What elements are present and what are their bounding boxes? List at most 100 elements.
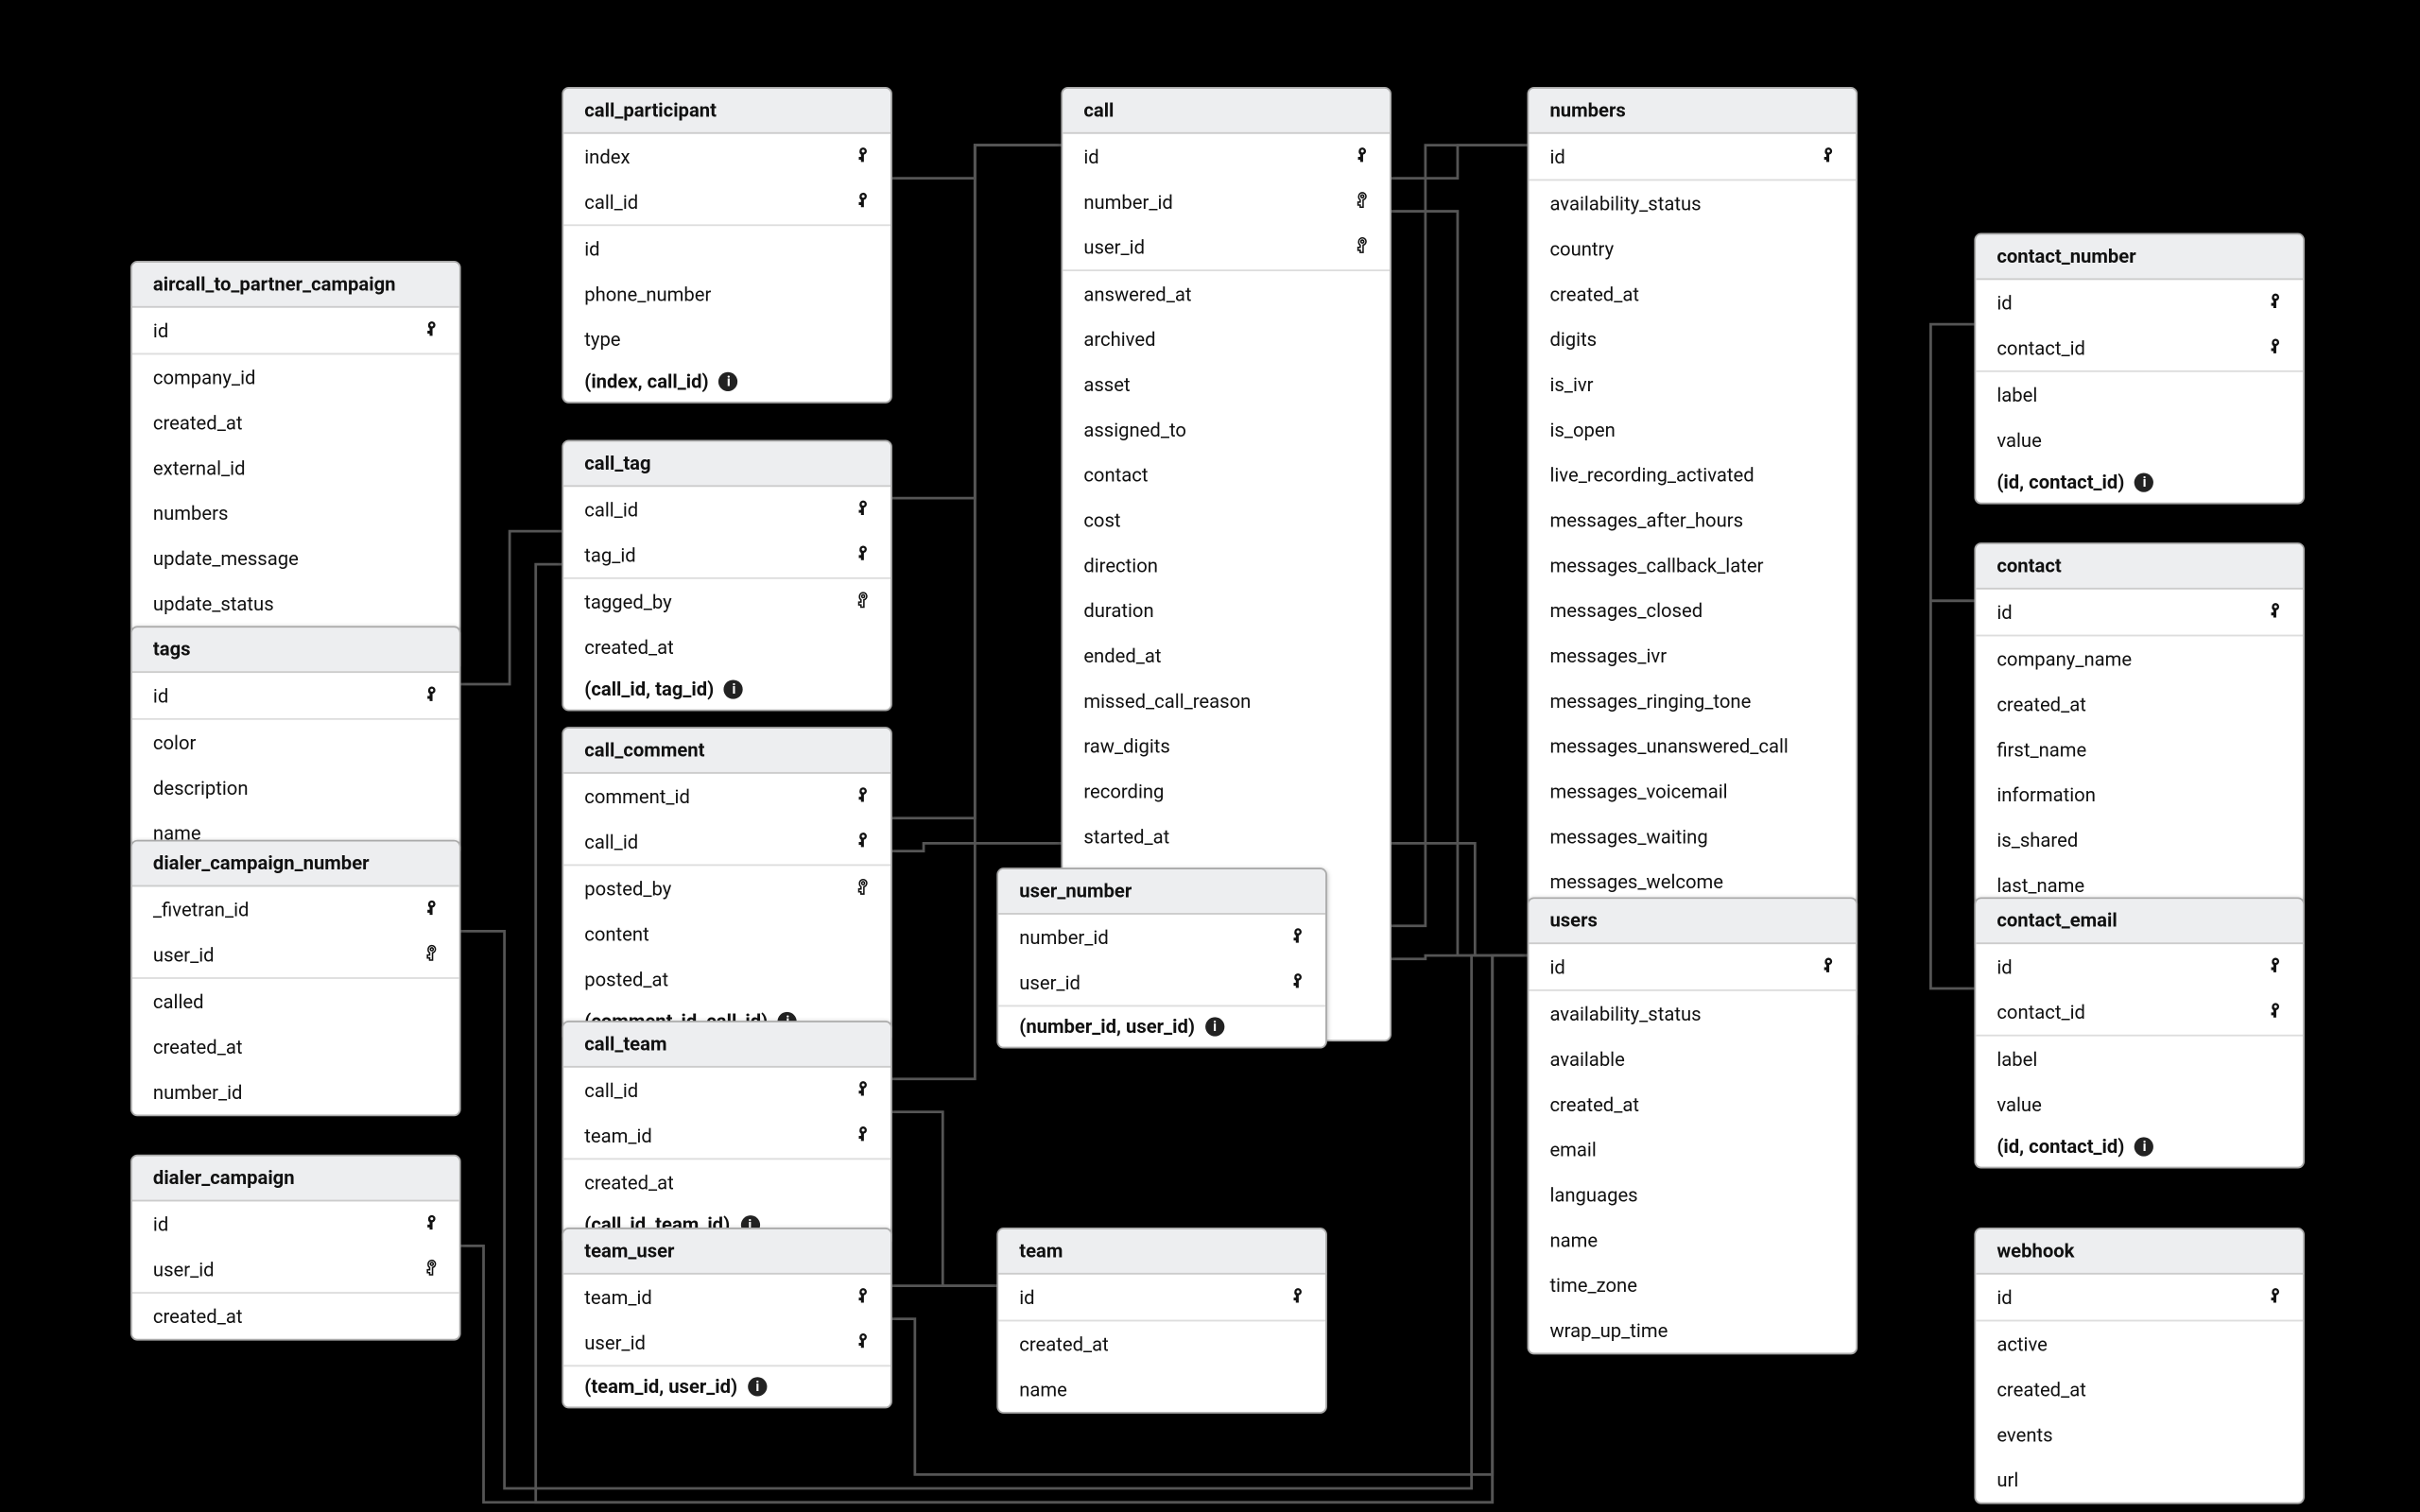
field-tagged_by[interactable]: tagged_by: [563, 579, 890, 625]
entity-call_participant[interactable]: call_participantindexcall_ididphone_numb…: [562, 87, 892, 404]
field-numbers[interactable]: numbers: [132, 490, 459, 536]
field-created_at[interactable]: created_at: [1529, 271, 1856, 317]
field-id[interactable]: id: [132, 1201, 459, 1246]
field-created_at[interactable]: created_at: [1529, 1081, 1856, 1126]
field-id[interactable]: id: [1063, 134, 1390, 180]
entity-header[interactable]: call_tag: [563, 441, 890, 487]
field-country[interactable]: country: [1529, 226, 1856, 271]
entity-team_user[interactable]: team_userteam_iduser_id(team_id, user_id…: [562, 1228, 892, 1408]
entity-header[interactable]: numbers: [1529, 89, 1856, 134]
field-company_id[interactable]: company_id: [132, 354, 459, 400]
field-name[interactable]: name: [998, 1366, 1325, 1412]
entity-contact[interactable]: contactidcompany_namecreated_atfirst_nam…: [1974, 542, 2305, 954]
field-cost[interactable]: cost: [1063, 497, 1390, 542]
field-created_at[interactable]: created_at: [132, 1024, 459, 1070]
entity-users[interactable]: usersidavailability_statusavailablecreat…: [1528, 897, 1858, 1354]
field-number_id[interactable]: number_id: [132, 1070, 459, 1115]
field-color[interactable]: color: [132, 720, 459, 765]
field-information[interactable]: information: [1976, 772, 2303, 817]
field-events[interactable]: events: [1976, 1412, 2303, 1457]
field-time_zone[interactable]: time_zone: [1529, 1263, 1856, 1308]
field-created_at[interactable]: created_at: [1976, 681, 2303, 727]
entity-header[interactable]: dialer_campaign_number: [132, 842, 459, 887]
entity-header[interactable]: contact: [1976, 544, 2303, 590]
field-messages_closed[interactable]: messages_closed: [1529, 588, 1856, 633]
field-started_at[interactable]: started_at: [1063, 814, 1390, 859]
entity-header[interactable]: tags: [132, 627, 459, 673]
field-name[interactable]: name: [1529, 1217, 1856, 1263]
entity-header[interactable]: webhook: [1976, 1229, 2303, 1275]
field-user_id[interactable]: user_id: [1063, 224, 1390, 271]
field-messages_unanswered_call[interactable]: messages_unanswered_call: [1529, 723, 1856, 768]
field-asset[interactable]: asset: [1063, 362, 1390, 407]
field-messages_ivr[interactable]: messages_ivr: [1529, 633, 1856, 679]
entity-aircall_to_partner_campaign[interactable]: aircall_to_partner_campaignidcompany_idc…: [130, 261, 461, 673]
entity-header[interactable]: dialer_campaign: [132, 1157, 459, 1202]
field-label[interactable]: label: [1976, 1037, 2303, 1082]
field-id[interactable]: id: [1976, 590, 2303, 637]
field-posted_by[interactable]: posted_by: [563, 866, 890, 911]
field-is_open[interactable]: is_open: [1529, 407, 1856, 453]
field-comment_id[interactable]: comment_id: [563, 774, 890, 819]
field-recording[interactable]: recording: [1063, 768, 1390, 814]
field-created_at[interactable]: created_at: [132, 400, 459, 445]
field-live_recording_activated[interactable]: live_recording_activated: [1529, 452, 1856, 497]
entity-webhook[interactable]: webhookidactivecreated_ateventsurl: [1974, 1228, 2305, 1504]
field-contact[interactable]: contact: [1063, 452, 1390, 497]
field-availability_status[interactable]: availability_status: [1529, 180, 1856, 226]
field-call_id[interactable]: call_id: [563, 180, 890, 227]
field-user_id[interactable]: user_id: [998, 960, 1325, 1007]
field-update_status[interactable]: update_status: [132, 581, 459, 627]
field-messages_after_hours[interactable]: messages_after_hours: [1529, 497, 1856, 542]
entity-dialer_campaign[interactable]: dialer_campaigniduser_idcreated_at: [130, 1155, 461, 1341]
field-call_id[interactable]: call_id: [563, 819, 890, 867]
field-is_shared[interactable]: is_shared: [1976, 817, 2303, 863]
field-first_name[interactable]: first_name: [1976, 727, 2303, 772]
field-created_at[interactable]: created_at: [563, 1160, 890, 1205]
field-id[interactable]: id: [1976, 1275, 2303, 1322]
field-duration[interactable]: duration: [1063, 588, 1390, 633]
entity-contact_number[interactable]: contact_numberidcontact_idlabelvalue(id,…: [1974, 233, 2305, 505]
field-id[interactable]: id: [1976, 944, 2303, 989]
field-team_id[interactable]: team_id: [563, 1113, 890, 1160]
field-value[interactable]: value: [1976, 1081, 2303, 1126]
field-content[interactable]: content: [563, 911, 890, 956]
field-missed_call_reason[interactable]: missed_call_reason: [1063, 679, 1390, 724]
field-id[interactable]: id: [998, 1275, 1325, 1322]
field-id[interactable]: id: [1976, 280, 2303, 325]
entity-header[interactable]: call_participant: [563, 89, 890, 134]
field-contact_id[interactable]: contact_id: [1976, 325, 2303, 372]
field-contact_id[interactable]: contact_id: [1976, 989, 2303, 1037]
field-posted_at[interactable]: posted_at: [563, 956, 890, 1002]
field-created_at[interactable]: created_at: [1976, 1366, 2303, 1412]
entity-call_tag[interactable]: call_tagcall_idtag_idtagged_bycreated_at…: [562, 440, 892, 712]
entity-header[interactable]: call: [1063, 89, 1390, 134]
field-user_id[interactable]: user_id: [563, 1320, 890, 1367]
field-call_id[interactable]: call_id: [563, 487, 890, 532]
entity-call_comment[interactable]: call_commentcomment_idcall_idposted_byco…: [562, 727, 892, 1043]
entity-call_team[interactable]: call_teamcall_idteam_idcreated_at(call_i…: [562, 1021, 892, 1246]
entity-tags[interactable]: tagsidcolordescriptionname: [130, 626, 461, 857]
field-id[interactable]: id: [563, 226, 890, 271]
field-created_at[interactable]: created_at: [132, 1294, 459, 1339]
field-messages_callback_later[interactable]: messages_callback_later: [1529, 542, 1856, 588]
field-wrap_up_time[interactable]: wrap_up_time: [1529, 1308, 1856, 1353]
entity-header[interactable]: contact_number: [1976, 234, 2303, 280]
field-description[interactable]: description: [132, 765, 459, 811]
field-url[interactable]: url: [1976, 1457, 2303, 1503]
field-user_id[interactable]: user_id: [132, 932, 459, 979]
field-number_id[interactable]: number_id: [1063, 180, 1390, 225]
entity-header[interactable]: team_user: [563, 1229, 890, 1275]
field-user_id[interactable]: user_id: [132, 1246, 459, 1294]
field-company_name[interactable]: company_name: [1976, 636, 2303, 681]
field-called[interactable]: called: [132, 979, 459, 1024]
field-id[interactable]: id: [1529, 944, 1856, 991]
field-availability_status[interactable]: availability_status: [1529, 991, 1856, 1037]
field-email[interactable]: email: [1529, 1126, 1856, 1172]
field-is_ivr[interactable]: is_ivr: [1529, 362, 1856, 407]
field-messages_voicemail[interactable]: messages_voicemail: [1529, 768, 1856, 814]
field-answered_at[interactable]: answered_at: [1063, 271, 1390, 317]
field-archived[interactable]: archived: [1063, 317, 1390, 362]
field-created_at[interactable]: created_at: [998, 1321, 1325, 1366]
field-team_id[interactable]: team_id: [563, 1275, 890, 1320]
